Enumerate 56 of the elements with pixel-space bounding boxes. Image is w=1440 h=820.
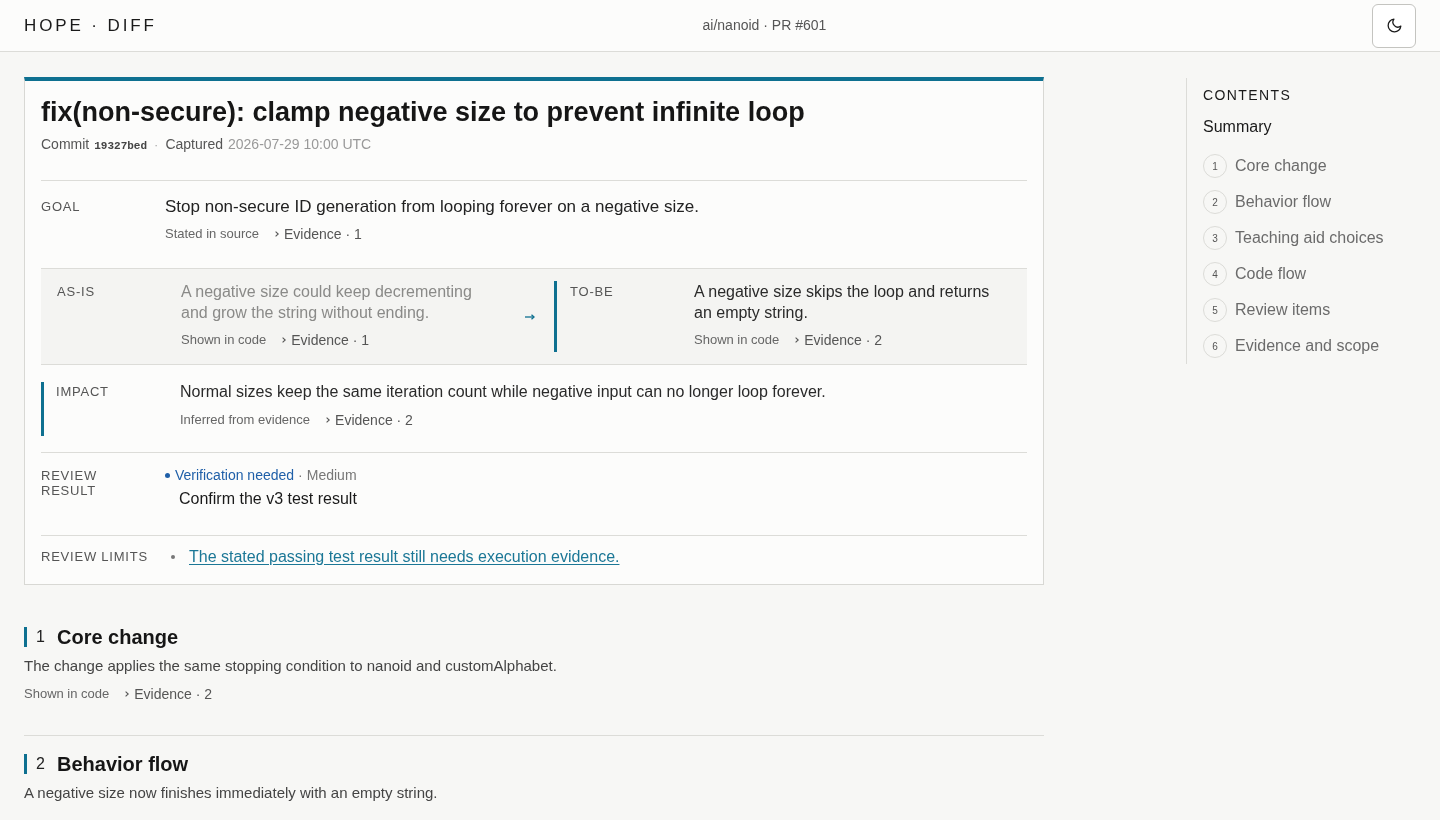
- section-title: Behavior flow: [57, 752, 189, 777]
- row-label: REVIEW RESULT: [41, 467, 98, 500]
- pr-context: ai/nanoid · PR #601: [702, 16, 827, 35]
- impact-text: Normal sizes keep the same iteration count while negative input can no longer loop forever.: [180, 382, 826, 402]
- review-limit-link[interactable]: The stated passing test result still needs execution evidence.: [189, 547, 620, 567]
- source-note: Stated in source: [165, 225, 259, 243]
- summary-title: fix(non-secure): clamp negative size to prevent infinite loop: [41, 96, 806, 129]
- meta-label: Captured: [165, 135, 223, 154]
- section-text: The change applies the same stopping condition to nanoid and customAlphabet.: [24, 656, 558, 676]
- chevron-right-icon: [326, 417, 331, 423]
- to-be-text: A negative size skips the loop and returns an empty string.: [694, 282, 991, 323]
- chevron-right-icon: [125, 691, 130, 697]
- contents-link[interactable]: 4 Code flow: [1203, 256, 1418, 292]
- meta-label: Commit: [41, 135, 90, 154]
- contents-link[interactable]: 5 Review items: [1203, 292, 1418, 328]
- row-label: GOAL: [41, 198, 82, 216]
- contents-link[interactable]: 1 Core change: [1203, 148, 1418, 184]
- source-note: Shown in code: [24, 685, 110, 703]
- section-number: 1: [36, 627, 46, 647]
- logo: HOPE · DIFF: [24, 14, 157, 37]
- bullet-icon: [171, 555, 175, 559]
- evidence-link[interactable]: Evidence · 2: [326, 410, 413, 430]
- theme-toggle-button[interactable]: [1372, 3, 1416, 48]
- chevron-right-icon: [274, 231, 279, 237]
- arrow-right-icon: [525, 313, 535, 320]
- evidence-link[interactable]: Evidence · 2: [125, 684, 213, 704]
- status-text: Verification needed: [175, 466, 295, 485]
- evidence-link[interactable]: Evidence · 1: [282, 330, 370, 350]
- review-item: Confirm the v3 test result: [178, 489, 357, 509]
- contents-link[interactable]: Summary: [1203, 115, 1418, 139]
- contents-link[interactable]: 6 Evidence and scope: [1203, 328, 1418, 364]
- section-number: 2: [36, 754, 46, 774]
- section-text: A negative size now finishes immediately with an empty string.: [24, 783, 439, 803]
- row-label: IMPACT: [55, 383, 110, 401]
- evidence-link[interactable]: Evidence · 1: [274, 224, 362, 244]
- row-label: REVIEW LIMITS: [41, 548, 149, 566]
- contents-title: CONTENTS: [1203, 86, 1293, 105]
- separator: ·: [298, 466, 303, 485]
- commit-hash: 19327bed: [94, 139, 148, 154]
- contents-link[interactable]: 3 Teaching aid choices: [1203, 220, 1418, 256]
- goal-text: Stop non-secure ID generation from looping forever on a negative size.: [165, 196, 699, 218]
- source-note: Shown in code: [181, 331, 267, 349]
- separator: ·: [154, 136, 159, 154]
- source-note: Shown in code: [694, 331, 780, 349]
- chevron-right-icon: [282, 337, 287, 343]
- evidence-link[interactable]: Evidence · 2: [795, 330, 883, 350]
- meta-value: 2026-07-29 10:00 UTC: [228, 135, 372, 154]
- chevron-right-icon: [795, 337, 800, 343]
- moon-icon: [1385, 17, 1403, 34]
- as-is-text: A negative size could keep decrementing and grow the string without ending.: [181, 282, 473, 323]
- contents-link[interactable]: 2 Behavior flow: [1203, 184, 1418, 220]
- section-title: Core change: [57, 625, 179, 650]
- source-note: Inferred from evidence: [180, 411, 311, 429]
- severity-text: Medium: [306, 466, 357, 485]
- row-label: TO-BE: [569, 283, 615, 301]
- row-label: AS-IS: [57, 283, 96, 301]
